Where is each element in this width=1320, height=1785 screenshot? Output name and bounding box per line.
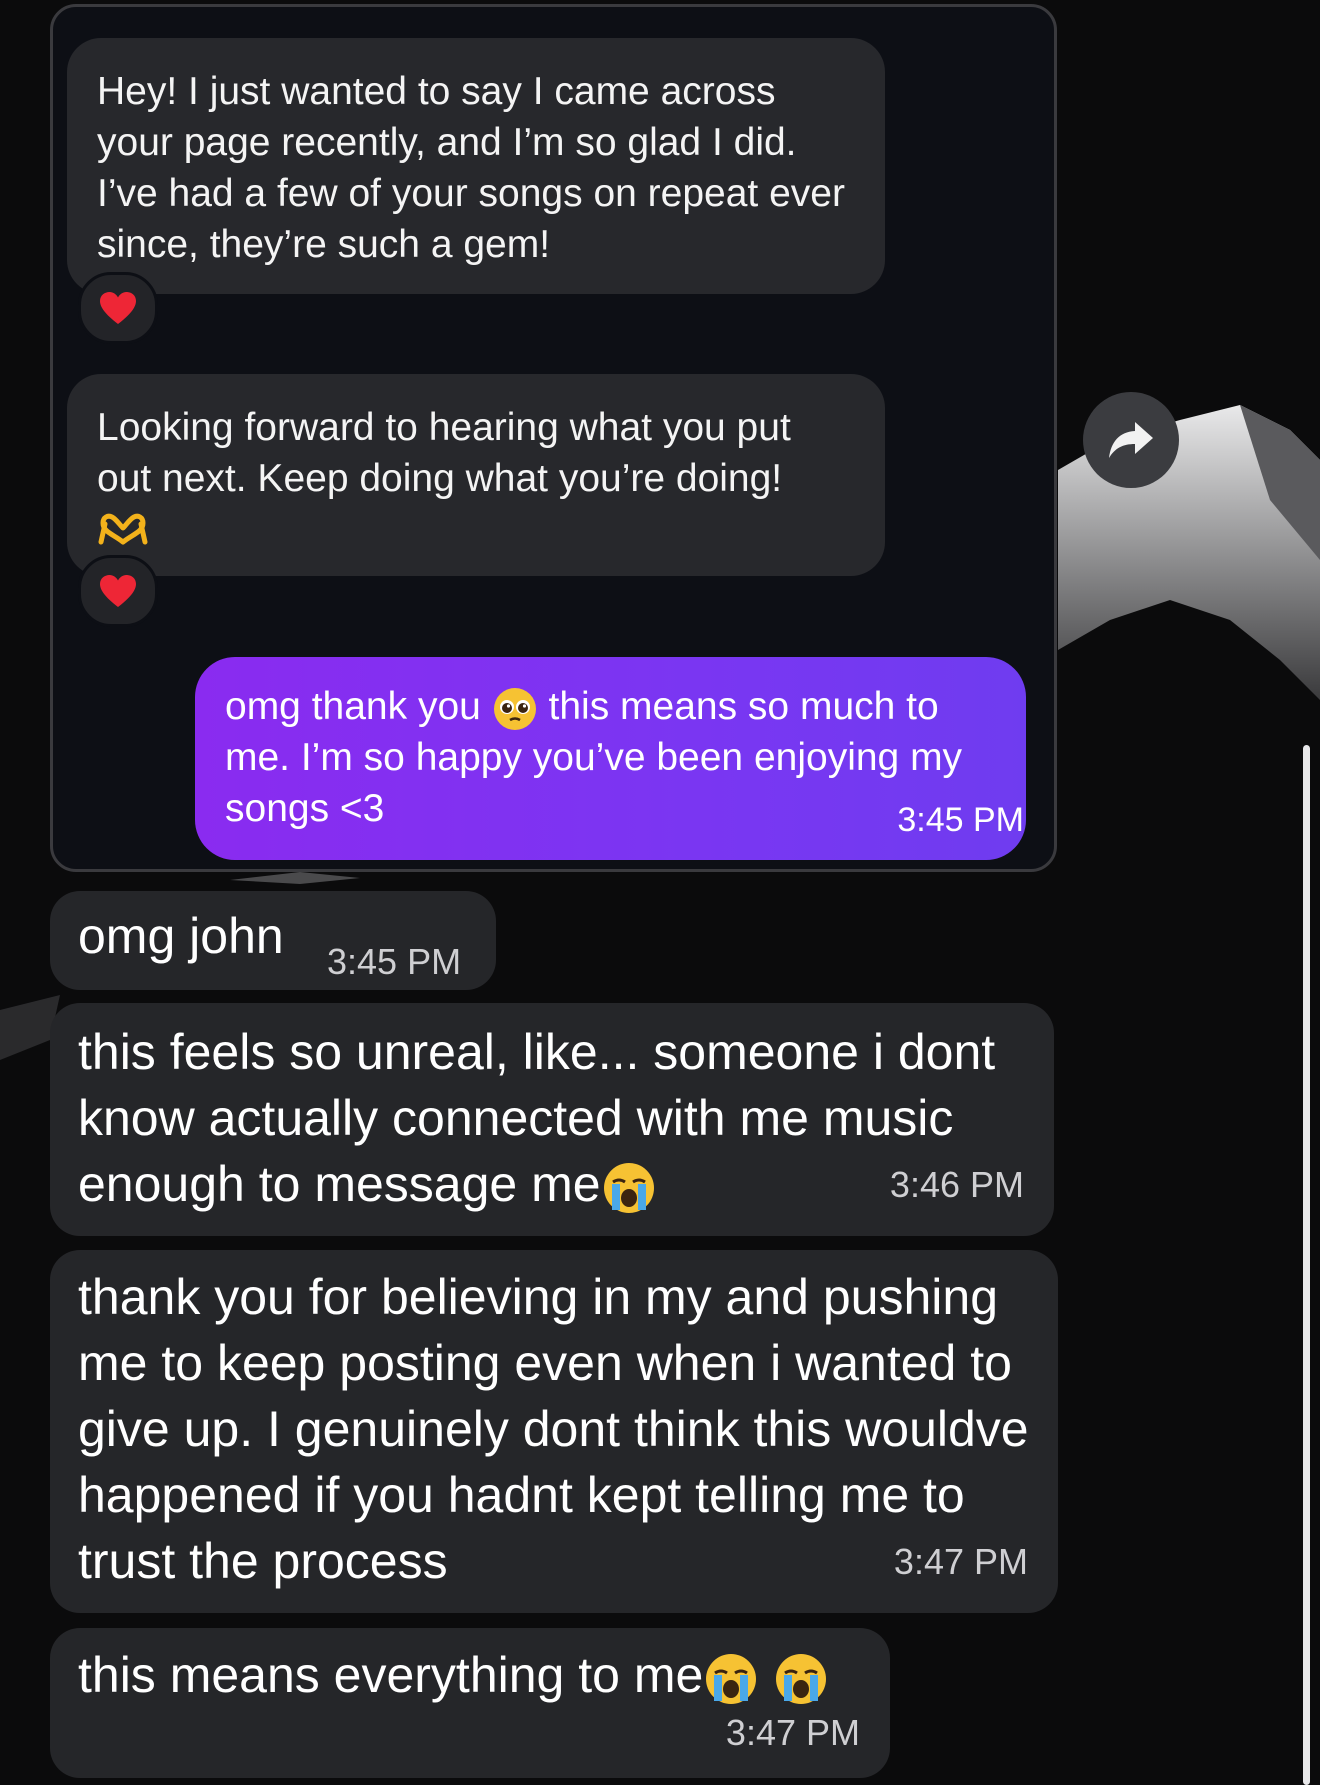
- heart-reaction[interactable]: [78, 272, 158, 344]
- heart-icon: [100, 292, 136, 324]
- pleading-face-emoji: [493, 687, 536, 730]
- received-message[interactable]: this means everything to me 3:47 PM: [50, 1628, 890, 1778]
- quoted-message-2-text: Looking forward to hearing what you put …: [97, 406, 791, 500]
- message-text: omg john: [78, 908, 284, 964]
- received-message[interactable]: thank you for believing in my and pushin…: [50, 1250, 1058, 1613]
- heart-reaction[interactable]: [78, 555, 158, 627]
- quoted-message-1: Hey! I just wanted to say I came across …: [67, 38, 885, 294]
- message-timestamp: 3:45 PM: [897, 801, 1024, 839]
- message-timestamp: 3:46 PM: [889, 1164, 1024, 1205]
- message-timestamp: 3:45 PM: [327, 941, 462, 982]
- scrollbar[interactable]: [1303, 745, 1310, 1785]
- loudly-crying-face-emoji: [603, 1162, 654, 1213]
- message-text: thank you for believing in my and pushin…: [78, 1269, 1029, 1589]
- quoted-message-2: Looking forward to hearing what you put …: [67, 374, 885, 576]
- heart-icon: [100, 575, 136, 607]
- sent-message[interactable]: omg thank you this means so much to me. …: [195, 657, 1026, 860]
- message-text: this means everything to me: [78, 1647, 704, 1703]
- heart-hands-emoji: [97, 510, 855, 561]
- share-button[interactable]: [1083, 392, 1179, 488]
- received-message[interactable]: omg john 3:45 PM: [50, 891, 496, 990]
- sent-message-text-1: omg thank you: [225, 685, 481, 728]
- loudly-crying-face-emoji: [706, 1653, 757, 1704]
- message-timestamp: 3:47 PM: [893, 1541, 1028, 1582]
- message-timestamp: 3:47 PM: [725, 1712, 860, 1753]
- share-arrow-icon: [1109, 422, 1153, 458]
- message-text: this feels so unreal, like... someone i …: [78, 1024, 996, 1212]
- loudly-crying-face-emoji: [776, 1653, 827, 1704]
- quoted-message-1-text: Hey! I just wanted to say I came across …: [97, 70, 845, 266]
- received-message[interactable]: this feels so unreal, like... someone i …: [50, 1003, 1054, 1236]
